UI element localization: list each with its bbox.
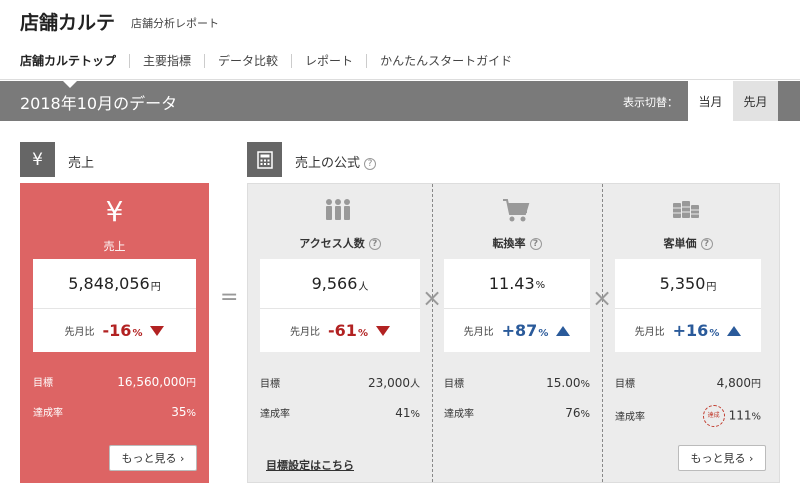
access-label: アクセス人数? — [260, 235, 420, 251]
sales-more-button[interactable]: もっと見る › — [109, 445, 197, 471]
conversion-value-box: 11.43% 先月比 +87% — [444, 259, 590, 352]
column-divider — [432, 184, 433, 482]
people-icon — [323, 198, 353, 228]
conversion-compare: 先月比 +87% — [444, 309, 590, 352]
access-rate-row: 達成率 41% — [260, 406, 420, 420]
coins-icon — [672, 200, 700, 226]
current-month-button[interactable]: 当月 — [688, 81, 733, 121]
down-arrow-icon — [375, 325, 390, 336]
yen-icon: ¥ — [105, 195, 124, 228]
access-target-row: 目標 23,000人 — [260, 376, 420, 390]
unit-price-label: 客単価? — [615, 235, 761, 251]
sales-target-row: 目標 16,560,000円 — [33, 375, 196, 389]
sales-label: 売上 — [103, 240, 126, 253]
app-subtitle: 店舗分析レポート — [131, 17, 220, 30]
column-divider — [602, 184, 603, 482]
unit-price-value: 5,350 円 — [615, 259, 761, 309]
unit-price-rate-row: 達成率 達成 111% — [615, 405, 761, 427]
formula-card: × × アクセス人数? 9,566 人 先月比 -61% 目標 23,000人 達… — [247, 183, 780, 483]
data-period-bar: 2018年10月のデータ 表示切替： 当月 先月 — [0, 81, 800, 121]
access-compare: 先月比 -61% — [260, 309, 420, 352]
sales-value-box: 5,848,056 円 先月比 -16% — [33, 259, 196, 352]
main-nav: 店舗カルテトップ 主要指標 データ比較 レポート かんたんスタートガイド — [0, 42, 800, 80]
times-sign: × — [592, 284, 613, 312]
app-header: 店舗カルテ 店舗分析レポート — [0, 0, 800, 42]
equals-sign: = — [220, 285, 239, 310]
nav-item-top[interactable]: 店舗カルテトップ — [20, 54, 129, 68]
nav-item-guide[interactable]: かんたんスタートガイド — [366, 53, 525, 68]
yen-icon: ¥ — [20, 142, 55, 177]
nav-item-kpi[interactable]: 主要指標 — [129, 53, 204, 68]
up-arrow-icon — [556, 325, 571, 336]
conversion-label: 転換率? — [444, 235, 590, 251]
conversion-rate-row: 達成率 76% — [444, 406, 590, 420]
nav-item-compare[interactable]: データ比較 — [204, 53, 291, 68]
unit-price-compare: 先月比 +16% — [615, 309, 761, 352]
previous-month-button[interactable]: 先月 — [733, 81, 778, 121]
access-value-box: 9,566 人 先月比 -61% — [260, 259, 420, 352]
sales-rate-row: 達成率 35% — [33, 405, 196, 419]
app-title[interactable]: 店舗カルテ — [20, 8, 115, 35]
access-value: 9,566 人 — [260, 259, 420, 309]
help-icon[interactable]: ? — [364, 158, 377, 170]
cart-icon — [502, 198, 530, 230]
conversion-target-row: 目標 15.00% — [444, 376, 590, 390]
help-icon[interactable]: ? — [529, 238, 542, 250]
up-arrow-icon — [727, 325, 742, 336]
help-icon[interactable]: ? — [700, 238, 713, 250]
formula-section-title: 売上の公式? — [295, 152, 377, 171]
sales-section-title: 売上 — [68, 156, 95, 171]
switch-label: 表示切替： — [623, 96, 678, 109]
help-icon[interactable]: ? — [368, 238, 381, 250]
calculator-icon — [247, 142, 282, 177]
unit-price-value-box: 5,350 円 先月比 +16% — [615, 259, 761, 352]
nav-item-report[interactable]: レポート — [291, 53, 366, 68]
sales-card: ¥ 売上 5,848,056 円 先月比 -16% 目標 16,560,000円 … — [20, 183, 209, 483]
achieved-badge: 達成 — [702, 405, 725, 427]
conversion-value: 11.43% — [444, 259, 590, 309]
sales-compare: 先月比 -16% — [33, 309, 196, 352]
nav-active-caret — [63, 81, 77, 88]
formula-more-button[interactable]: もっと見る › — [678, 445, 766, 471]
period-title: 2018年10月のデータ — [20, 94, 178, 113]
sales-value: 5,848,056 円 — [33, 259, 196, 309]
unit-price-target-row: 目標 4,800円 — [615, 376, 761, 390]
times-sign: × — [422, 284, 443, 312]
goal-settings-link[interactable]: 目標設定はこちら — [266, 457, 354, 473]
down-arrow-icon — [150, 325, 165, 336]
